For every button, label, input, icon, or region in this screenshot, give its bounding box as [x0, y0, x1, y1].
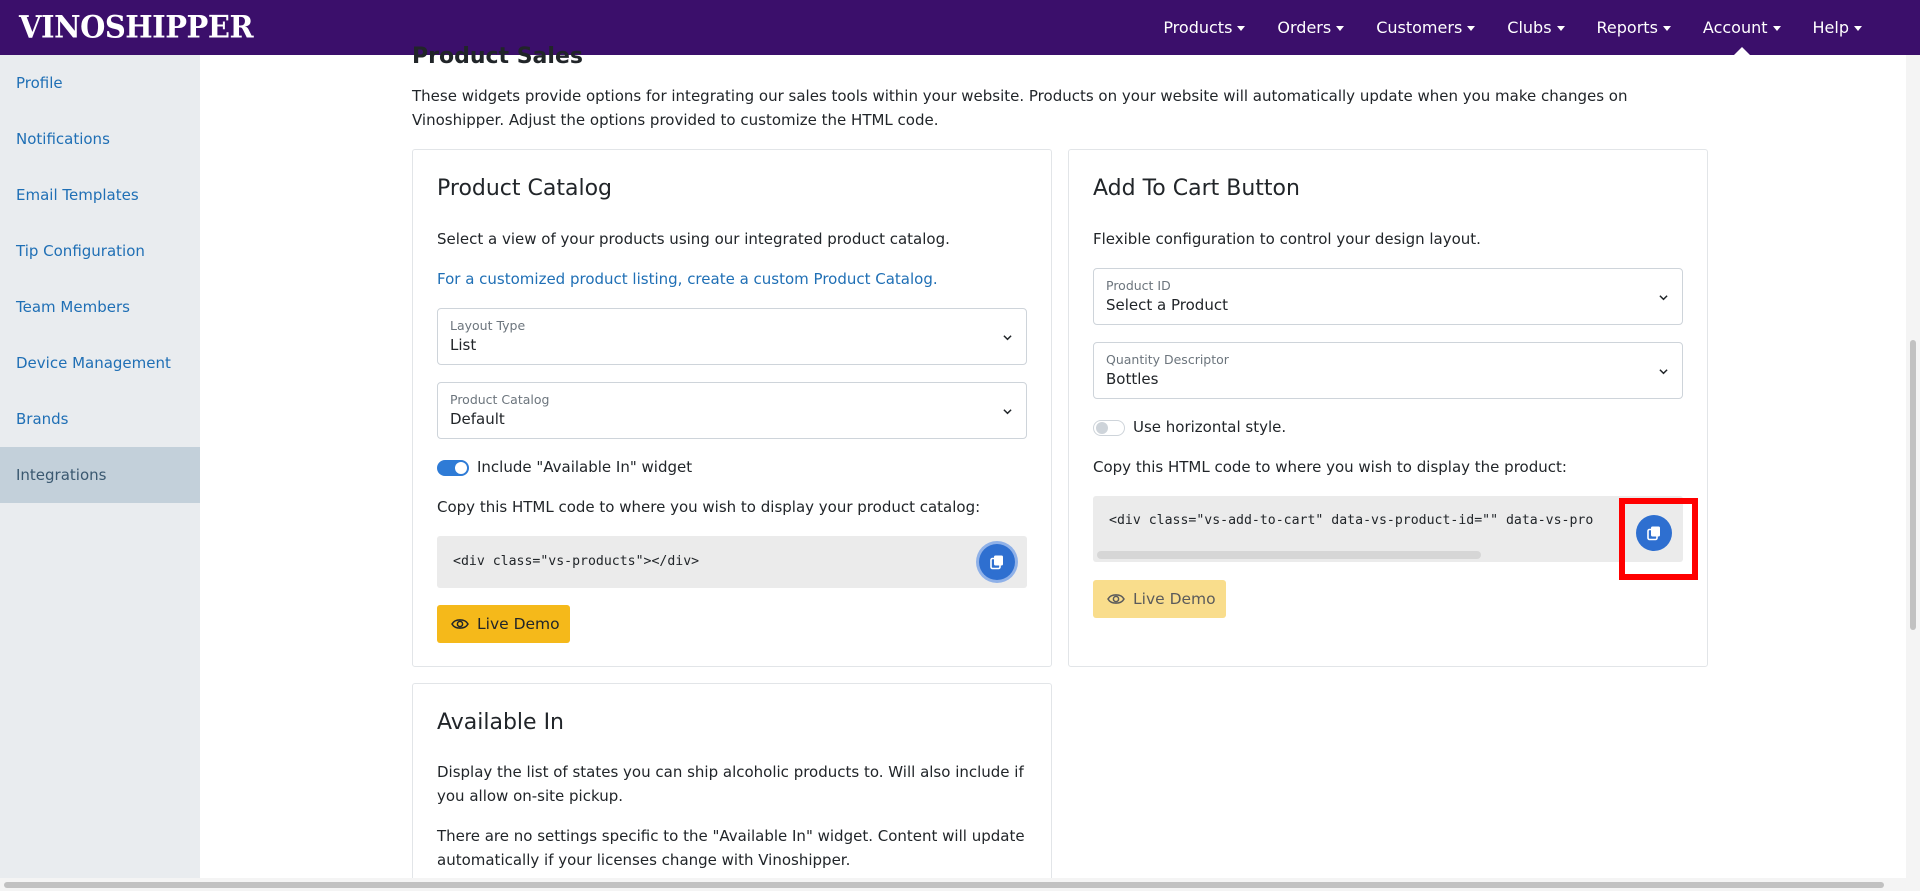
horizontal-style-toggle-label: Use horizontal style. [1133, 418, 1287, 436]
caret-down-icon [1662, 26, 1671, 31]
available-in-card: Available In Display the list of states … [412, 683, 1052, 891]
copy-cart-code-button[interactable] [1636, 515, 1672, 551]
account-sidebar: Profile Notifications Email Templates Ti… [0, 55, 200, 891]
select-label: Product Catalog [450, 392, 550, 407]
scrollbar-thumb[interactable] [1910, 340, 1916, 630]
card-title: Product Catalog [437, 176, 613, 201]
vertical-scrollbar[interactable] [1906, 55, 1920, 878]
copy-icon [1647, 526, 1660, 541]
catalog-code: <div class="vs-products"></div> [453, 554, 700, 569]
custom-catalog-link[interactable]: For a customized product listing, create… [437, 270, 938, 288]
caret-down-icon [1556, 26, 1565, 31]
product-catalog-select[interactable]: Product Catalog Default [437, 382, 1027, 439]
available-in-toggle[interactable] [437, 460, 469, 476]
nav-clubs[interactable]: Clubs [1491, 0, 1580, 55]
copy-instructions: Copy this HTML code to where you wish to… [1093, 458, 1567, 476]
select-value: List [450, 336, 477, 354]
available-in-toggle-label: Include "Available In" widget [477, 458, 693, 476]
eye-icon [1107, 594, 1125, 604]
nav-orders[interactable]: Orders [1261, 0, 1360, 55]
nav-products[interactable]: Products [1147, 0, 1261, 55]
chevron-down-icon [1659, 369, 1668, 375]
scrollbar-thumb[interactable] [4, 882, 1884, 888]
catalog-live-demo-button[interactable]: Live Demo [437, 605, 570, 643]
add-to-cart-card: Add To Cart Button Flexible configuratio… [1068, 149, 1708, 667]
caret-down-icon [1854, 26, 1862, 31]
sidebar-item-integrations[interactable]: Integrations [0, 447, 200, 503]
demo-label: Live Demo [1133, 590, 1216, 608]
select-label: Layout Type [450, 318, 526, 333]
select-value: Default [450, 410, 505, 428]
sidebar-item-email-templates[interactable]: Email Templates [0, 167, 200, 223]
nav-help-label: Help [1812, 18, 1849, 37]
nav-customers-label: Customers [1376, 18, 1463, 37]
top-navbar: VINOSHIPPER Products Orders Customers Cl… [0, 0, 1920, 55]
sidebar-item-tip-configuration[interactable]: Tip Configuration [0, 223, 200, 279]
nav-clubs-label: Clubs [1507, 18, 1552, 37]
card-title: Available In [437, 710, 565, 735]
caret-down-icon [1772, 26, 1781, 31]
toggle-knob [455, 462, 467, 474]
cart-live-demo-button[interactable]: Live Demo [1093, 580, 1226, 618]
nav-account-label: Account [1702, 18, 1768, 37]
nav-account[interactable]: Account [1687, 0, 1797, 55]
product-id-select[interactable]: Product ID Select a Product [1093, 268, 1683, 325]
toggle-knob [1096, 422, 1108, 434]
copy-icon [990, 555, 1003, 570]
cart-code-box: <div class="vs-add-to-cart" data-vs-prod… [1093, 496, 1683, 562]
nav-help[interactable]: Help [1797, 0, 1878, 55]
product-catalog-card: Product Catalog Select a view of your pr… [412, 149, 1052, 667]
select-label: Quantity Descriptor [1106, 352, 1229, 367]
section-intro: These widgets provide options for integr… [412, 87, 1628, 129]
main-nav: Products Orders Customers Clubs Reports … [1147, 0, 1878, 55]
card-description: Flexible configuration to control your d… [1093, 230, 1481, 248]
caret-down-icon [1336, 26, 1345, 31]
horizontal-scrollbar[interactable] [0, 878, 1920, 891]
nav-products-label: Products [1163, 18, 1233, 37]
copy-instructions: Copy this HTML code to where you wish to… [437, 498, 981, 516]
chevron-down-icon [1003, 335, 1012, 341]
nav-orders-label: Orders [1277, 18, 1332, 37]
sidebar-item-team-members[interactable]: Team Members [0, 279, 200, 335]
select-value: Bottles [1106, 370, 1159, 388]
card-description: Select a view of your products using our… [437, 230, 950, 248]
demo-label: Live Demo [477, 615, 560, 633]
quantity-descriptor-select[interactable]: Quantity Descriptor Bottles [1093, 342, 1683, 399]
chevron-down-icon [1659, 295, 1668, 301]
layout-type-select[interactable]: Layout Type List [437, 308, 1027, 365]
sidebar-item-notifications[interactable]: Notifications [0, 111, 200, 167]
card-note: There are no settings specific to the "A… [437, 827, 1025, 869]
sidebar-item-brands[interactable]: Brands [0, 391, 200, 447]
sidebar-item-device-management[interactable]: Device Management [0, 335, 200, 391]
eye-icon [451, 619, 469, 629]
card-description: Display the list of states you can ship … [437, 763, 1024, 805]
catalog-code-box: <div class="vs-products"></div> [437, 536, 1027, 588]
cart-code: <div class="vs-add-to-cart" data-vs-prod… [1109, 513, 1594, 528]
select-label: Product ID [1106, 278, 1171, 293]
card-title: Add To Cart Button [1093, 176, 1300, 201]
vinoshipper-logo[interactable]: VINOSHIPPER [19, 9, 254, 45]
caret-down-icon [1237, 26, 1246, 31]
code-horizontal-scrollbar[interactable] [1097, 551, 1481, 559]
nav-reports[interactable]: Reports [1581, 0, 1687, 55]
copy-catalog-code-button[interactable] [979, 544, 1015, 580]
chevron-down-icon [1003, 409, 1012, 415]
nav-reports-label: Reports [1596, 18, 1658, 37]
section-title: Product Sales [412, 44, 583, 69]
nav-customers[interactable]: Customers [1360, 0, 1491, 55]
horizontal-style-toggle[interactable] [1093, 420, 1125, 436]
caret-down-icon [1467, 26, 1476, 31]
select-value: Select a Product [1106, 296, 1228, 314]
sidebar-item-profile[interactable]: Profile [0, 55, 200, 111]
